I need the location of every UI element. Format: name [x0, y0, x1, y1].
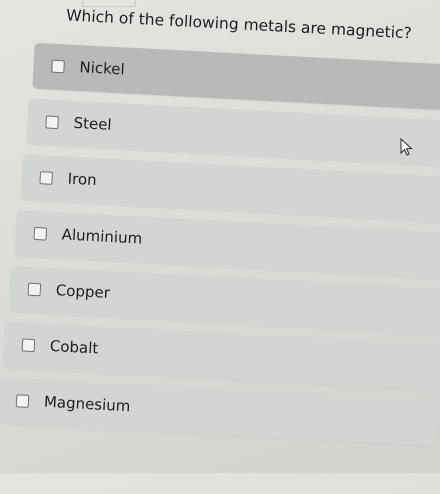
checkbox-icon[interactable]: [15, 394, 30, 408]
checkbox-icon[interactable]: [27, 282, 42, 297]
option-label: Cobalt: [49, 336, 99, 358]
question-text: Which of the following metals are magnet…: [65, 6, 413, 43]
mouse-pointer-icon: [400, 138, 413, 156]
option-label: Copper: [55, 281, 111, 302]
checkbox-icon[interactable]: [21, 338, 36, 353]
option-magnesium[interactable]: Magnesium: [0, 377, 439, 447]
quiz-panel: Which of the following metals are magnet…: [0, 0, 440, 492]
option-label: Steel: [73, 113, 113, 134]
checkbox-icon[interactable]: [45, 115, 59, 130]
option-label: Magnesium: [43, 392, 131, 416]
option-label: Iron: [67, 169, 98, 190]
checkbox-icon[interactable]: [51, 59, 65, 74]
option-label: Nickel: [79, 58, 126, 79]
checkbox-icon[interactable]: [33, 226, 48, 241]
checkbox-icon[interactable]: [39, 171, 54, 185]
option-label: Aluminium: [61, 225, 143, 248]
